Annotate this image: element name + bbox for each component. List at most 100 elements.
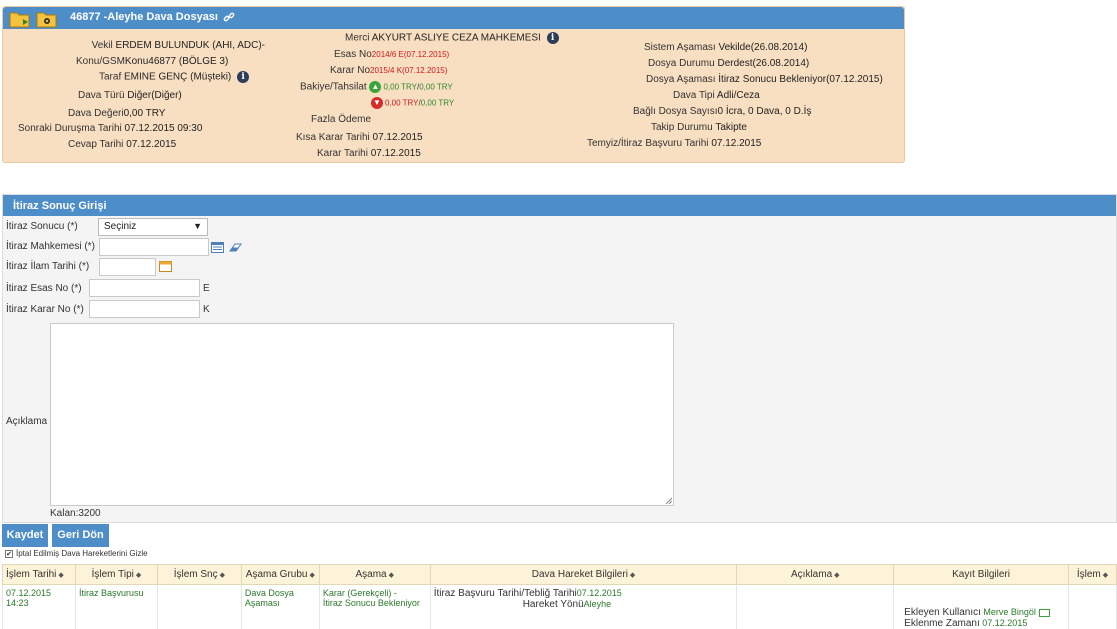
list-icon[interactable] <box>211 242 224 253</box>
sistem-asamasi-label: Sistem Aşaması <box>644 42 716 53</box>
case-title: 46877 -Aleyhe Dava Dosyası <box>70 11 218 23</box>
bagli-dosya-row: Bağlı Dosya Sayısı0 İcra, 0 Dava, 0 D.İş <box>633 106 811 117</box>
sort-icon: ◆ <box>1102 572 1109 579</box>
durusma-value: 07.12.2015 09:30 <box>124 123 203 134</box>
col-islem[interactable]: İşlem ◆ <box>1067 564 1117 585</box>
sistem-asamasi-row: Sistem Aşaması Vekilde(26.08.2014) <box>644 42 807 53</box>
esas-row: Esas No2014/6 E(07.12.2015) <box>334 49 449 60</box>
cevap-row: Cevap Tarihi 07.12.2015 <box>68 139 176 150</box>
chevron-down-icon: ▼ <box>193 221 202 231</box>
dava-turu-row: Dava Türü Diğer(Diğer) <box>78 90 182 101</box>
col-asama-grubu[interactable]: Aşama Grubu ◆ <box>240 564 320 585</box>
form-titlebar: İtiraz Sonuç Girişi <box>3 195 1116 216</box>
taraf-row: Taraf EMINE GENÇ (Müşteki) i <box>99 71 250 83</box>
durusma-row: Sonraki Duruşma Tarihi 07.12.2015 09:30 <box>18 123 202 134</box>
dosya-asamasi-row: Dosya Aşaması İtiraz Sonucu Bekleniyor(0… <box>646 74 883 85</box>
bagli-dosya-value: 0 İcra, 0 Dava, 0 D.İş <box>717 106 812 117</box>
vekil-value: ERDEM BULUNDUK (AHI, ADC)- <box>115 40 265 51</box>
cell-hareket-bilgileri: İtiraz Başvuru Tarihi/Tebliğ Tarihi07.12… <box>429 584 738 629</box>
sort-icon: ◆ <box>388 572 395 579</box>
karar-tarihi-row: Karar Tarihi 07.12.2015 <box>317 148 421 159</box>
dava-tipi-value: Adli/Ceza <box>716 90 760 101</box>
bakiye-line2-a: 0,00 TRY <box>385 98 419 108</box>
col-asama[interactable]: Aşama ◆ <box>318 564 431 585</box>
cell-islem-tarihi: 07.12.2015 14:23 <box>2 584 76 629</box>
mail-icon[interactable] <box>1038 608 1050 617</box>
mahkeme-input[interactable] <box>99 238 209 256</box>
cell-kayit-bilgileri: Ekleyen Kullanıcı Merve Bingöl Eklenme Z… <box>893 584 1069 629</box>
bakiye-row-2: ▼ 0,00 TRY/0,00 TRY <box>371 97 454 109</box>
aciklama-label: Açıklama <box>6 416 48 427</box>
sort-icon: ◆ <box>135 572 142 579</box>
dava-turu-value: Diğer(Diğer) <box>127 90 182 101</box>
folder-settings-icon[interactable] <box>36 9 58 29</box>
ilam-date-input[interactable] <box>99 258 156 276</box>
esas-no-input[interactable] <box>89 279 200 297</box>
karar-value: 2015/4 K(07.12.2015) <box>370 66 448 75</box>
sort-icon: ◆ <box>309 572 315 579</box>
karar-row: Karar No2015/4 K(07.12.2015) <box>330 65 447 76</box>
bakiye-line1-a: 0,00 TRY <box>383 82 417 92</box>
cell-asama: Karar (Gerekçeli) - İtiraz Sonucu Beklen… <box>318 584 431 629</box>
fazla-odeme-row: Fazla Ödeme <box>311 114 371 125</box>
merci-row: Merci AKYURT ASLIYE CEZA MAHKEMESI i <box>345 32 559 44</box>
dava-degeri-label: Dava Değeri <box>68 108 124 119</box>
col-islem-tipi[interactable]: İşlem Tipi ◆ <box>74 564 158 585</box>
back-button[interactable]: Geri Dön <box>52 524 109 547</box>
dava-degeri-row: Dava Değeri0,00 TRY <box>68 108 165 119</box>
form-title: İtiraz Sonuç Girişi <box>13 200 107 212</box>
dosya-durumu-value: Derdest(26.08.2014) <box>717 58 810 69</box>
col-kayit-bilgileri: Kayıt Bilgileri <box>893 564 1069 585</box>
sonuc-select[interactable]: Seçiniz ▼ <box>98 218 208 236</box>
dosya-asamasi-value: İtiraz Sonucu Bekleniyor(07.12.2015) <box>718 74 883 85</box>
remaining-chars: Kalan:3200 <box>50 508 101 519</box>
fazla-odeme-label: Fazla Ödeme <box>311 114 372 125</box>
cell-islem-tipi: İtiraz Başvurusu <box>74 584 158 629</box>
vekil-label: Vekil <box>91 40 113 51</box>
aciklama-textarea[interactable] <box>50 323 674 506</box>
bakiye-label: Bakiye/Tahsilat <box>300 81 367 93</box>
resize-handle-icon[interactable] <box>665 497 672 504</box>
taraf-info-icon[interactable]: i <box>237 71 250 83</box>
esas-no-label: İtiraz Esas No (*) <box>6 283 82 294</box>
link-icon[interactable] <box>223 11 235 23</box>
konu-row: Konu/GSMKonu46877 (BÖLGE 3) <box>76 56 228 67</box>
bakiye-row: Bakiye/Tahsilat ▲ 0,00 TRY/0,00 TRY <box>300 81 453 93</box>
esas-label: Esas No <box>334 49 372 60</box>
merci-label: Merci <box>345 32 370 44</box>
karar-no-input[interactable] <box>89 300 200 318</box>
durusma-label: Sonraki Duruşma Tarihi <box>18 123 122 134</box>
cell-islem[interactable] <box>1067 584 1117 629</box>
dosya-asamasi-label: Dosya Aşaması <box>646 74 716 85</box>
eraser-icon[interactable] <box>229 242 242 253</box>
col-islem-snc[interactable]: İşlem Snç ◆ <box>156 564 242 585</box>
folder-icon[interactable] <box>9 9 31 29</box>
hide-cancelled-checkbox-row[interactable]: ✔ İptal Edilmiş Dava Hareketlerini Gizle <box>5 549 148 558</box>
takip-durumu-value: Takipte <box>715 122 747 133</box>
col-aciklama[interactable]: Açıklama ◆ <box>736 564 895 585</box>
taraf-value: EMINE GENÇ (Müşteki) <box>124 71 232 83</box>
hide-cancelled-checkbox[interactable]: ✔ <box>5 549 13 558</box>
table-row[interactable]: 07.12.2015 14:23 İtiraz Başvurusu Dava D… <box>2 584 1117 629</box>
save-button[interactable]: Kaydet <box>2 524 48 547</box>
bakiye-line2-b: 0,00 TRY <box>420 98 455 108</box>
arrow-down-icon: ▼ <box>371 97 383 109</box>
vekil-row: Vekil ERDEM BULUNDUK (AHI, ADC)- <box>92 40 265 51</box>
case-movements-table: İşlem Tarihi ◆ İşlem Tipi ◆ İşlem Snç ◆ Aşa… <box>2 564 1117 629</box>
dava-degeri-value: 0,00 TRY <box>123 108 166 119</box>
bakiye-line1-b: 0,00 TRY <box>419 82 453 92</box>
esas-value: 2014/6 E(07.12.2015) <box>371 50 450 59</box>
case-summary-panel: 46877 -Aleyhe Dava Dosyası Vekil ERDEM B… <box>2 6 905 163</box>
col-islem-tarihi[interactable]: İşlem Tarihi ◆ <box>2 564 76 585</box>
table-header-row: İşlem Tarihi ◆ İşlem Tipi ◆ İşlem Snç ◆ Aşa… <box>2 564 1117 585</box>
merci-info-icon[interactable]: i <box>546 32 559 44</box>
kisa-karar-row: Kısa Karar Tarihi 07.12.2015 <box>296 132 423 143</box>
arrow-up-icon: ▲ <box>369 81 382 93</box>
hide-cancelled-label: İptal Edilmiş Dava Hareketlerini Gizle <box>16 549 148 558</box>
dosya-durumu-row: Dosya Durumu Derdest(26.08.2014) <box>648 58 809 69</box>
col-hareket-bilgileri[interactable]: Dava Hareket Bilgileri ◆ <box>429 564 738 585</box>
calendar-icon[interactable] <box>159 261 172 272</box>
cell-asama-grubu: Dava Dosya Aşaması <box>240 584 320 629</box>
cevap-label: Cevap Tarihi <box>68 139 124 150</box>
sistem-asamasi-value: Vekilde(26.08.2014) <box>718 42 808 53</box>
